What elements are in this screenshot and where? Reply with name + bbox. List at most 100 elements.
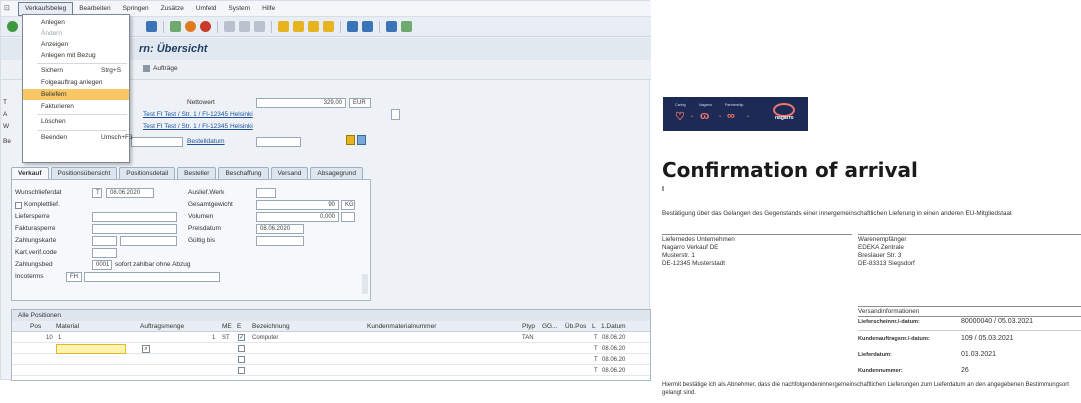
layout-menu-icon[interactable]	[401, 21, 412, 32]
shipping-heading: Versandinformationen	[858, 308, 920, 315]
zahlungsbed-code-field[interactable]: 0001	[92, 260, 112, 270]
enter-icon[interactable]	[7, 21, 18, 32]
system-menu-icon[interactable]: ⊡	[4, 4, 14, 14]
cell-l[interactable]: T	[594, 355, 598, 365]
new-session-icon[interactable]	[347, 21, 358, 32]
cell-datum[interactable]: 08.06.20	[602, 366, 625, 376]
menu-item-anzeigen[interactable]: Anzeigen	[23, 39, 129, 50]
preisdatum-field[interactable]: 08.06.2020	[256, 224, 304, 234]
zahlungskarte-type-field[interactable]	[92, 236, 117, 246]
col-l[interactable]: L	[592, 321, 596, 332]
cell-datum[interactable]: 08.06.20	[602, 344, 625, 354]
cell-l[interactable]: T	[594, 344, 598, 354]
row-checkbox[interactable]	[238, 345, 245, 352]
volumen-unit-field[interactable]	[341, 212, 355, 222]
liefersperre-select[interactable]	[92, 212, 177, 222]
back-icon[interactable]	[170, 21, 181, 32]
row-checkbox[interactable]	[238, 356, 245, 363]
menu-bearbeiten[interactable]: Bearbeiten	[73, 3, 116, 15]
table-row[interactable]: 10 1 1 ST ✓ Computer TAN T 08.06.20	[12, 333, 650, 343]
komplettlief-checkbox[interactable]	[15, 202, 22, 209]
wunschlieferdat-field[interactable]: 08.06.2020	[106, 188, 154, 198]
cell-me[interactable]: ST	[222, 333, 230, 343]
bestelldatum-field[interactable]	[256, 137, 301, 147]
shortcut-icon[interactable]	[362, 21, 373, 32]
cell-bezeichnung[interactable]: Computer	[252, 333, 278, 343]
col-1-datum[interactable]: 1.Datum	[601, 321, 626, 332]
auslieferwerk-field[interactable]	[256, 188, 276, 198]
menu-umfeld[interactable]: Umfeld	[190, 3, 223, 15]
col-me[interactable]: ME	[222, 321, 232, 332]
col-kundenmaterialnummer[interactable]: Kundenmaterialnummer	[367, 321, 436, 332]
table-row[interactable]: T 08.06.20	[12, 355, 650, 365]
save-icon[interactable]	[146, 21, 157, 32]
fakturasperre-select[interactable]	[92, 224, 177, 234]
gueltig-bis-field[interactable]	[256, 236, 304, 246]
menu-item-beenden[interactable]: Beenden Umsch+F3	[23, 132, 133, 143]
partner-icon[interactable]	[346, 135, 355, 145]
zahlungskarte-field[interactable]	[120, 236, 177, 246]
col-pos[interactable]: Pos	[30, 321, 41, 332]
menu-zusaetze[interactable]: Zusätze	[155, 3, 190, 15]
incoterms-code-field[interactable]: FH	[66, 272, 82, 282]
menu-item-anlegen-mit-bezug[interactable]: Anlegen mit Bezug	[23, 50, 129, 61]
col-ueb-pos[interactable]: Üb.Pos	[565, 321, 586, 332]
sold-to-party-link[interactable]: Test FI Test / Str. 1 / FI-12345 Helsink…	[143, 111, 253, 118]
first-page-icon[interactable]	[278, 21, 289, 32]
col-bezeichnung[interactable]: Bezeichnung	[252, 321, 290, 332]
menu-hilfe[interactable]: Hilfe	[256, 3, 281, 15]
exit-icon[interactable]	[185, 21, 196, 32]
previous-page-icon[interactable]	[293, 21, 304, 32]
divider	[858, 316, 1081, 317]
purchase-order-field[interactable]	[131, 137, 183, 147]
checkbox-checked-icon[interactable]: ✓	[238, 334, 245, 341]
vertical-scrollbar[interactable]	[362, 274, 368, 294]
cell-l[interactable]: T	[594, 333, 598, 343]
col-ptyp[interactable]: Ptyp	[522, 321, 535, 332]
menu-springen[interactable]: Springen	[117, 3, 155, 15]
material-input-cell[interactable]	[56, 344, 126, 354]
last-page-icon[interactable]	[323, 21, 334, 32]
find-next-icon[interactable]	[254, 21, 265, 32]
col-e[interactable]: E	[237, 321, 241, 332]
gewicht-unit-field[interactable]: KG	[341, 200, 355, 210]
document-icon[interactable]	[391, 109, 400, 120]
document-footer: Hiermit bestätige ich als Abnehmer, dass…	[662, 382, 1069, 396]
next-page-icon[interactable]	[308, 21, 319, 32]
find-icon[interactable]	[239, 21, 250, 32]
menu-item-folgeauftrag-anlegen[interactable]: Folgeauftrag anlegen	[23, 77, 129, 88]
cell-pos[interactable]: 10	[46, 333, 53, 343]
menu-system[interactable]: System	[222, 3, 256, 15]
menu-item-fakturieren[interactable]: Fakturieren	[23, 101, 129, 112]
nettowert-field[interactable]: 329,00	[256, 98, 346, 108]
menu-item-beliefern[interactable]: Beliefern	[23, 89, 129, 100]
address-icon[interactable]	[357, 135, 366, 145]
menu-item-loeschen[interactable]: Löschen	[23, 116, 129, 127]
ship-to-party-link[interactable]: Test FI Test / Str. 1 / FI-12345 Helsink…	[143, 123, 253, 130]
auftraege-button[interactable]: Aufträge	[143, 65, 178, 72]
currency-field[interactable]: EUR	[349, 98, 371, 108]
cell-material[interactable]: 1	[58, 333, 61, 343]
incoterms-text-field[interactable]	[84, 272, 220, 282]
cancel-icon[interactable]	[200, 21, 211, 32]
volumen-field[interactable]: 0,000	[256, 212, 339, 222]
table-row[interactable]: ⌕ T 08.06.20	[12, 344, 650, 354]
print-icon[interactable]	[224, 21, 235, 32]
cell-l[interactable]: T	[594, 366, 598, 376]
date-type-field[interactable]: T	[92, 188, 102, 198]
help-icon[interactable]	[386, 21, 397, 32]
cell-datum[interactable]: 08.06.20	[602, 355, 625, 365]
kartverif-field[interactable]	[92, 248, 117, 258]
cell-datum[interactable]: 08.06.20	[602, 333, 625, 343]
menu-item-anlegen[interactable]: Anlegen	[23, 17, 129, 28]
cell-menge[interactable]: 1	[212, 333, 215, 343]
row-checkbox[interactable]	[238, 367, 245, 374]
col-material[interactable]: Material	[56, 321, 79, 332]
gesamtgewicht-field[interactable]: 90	[256, 200, 339, 210]
search-help-icon[interactable]: ⌕	[142, 345, 150, 353]
cell-ptyp[interactable]: TAN	[522, 333, 534, 343]
col-auftragsmenge[interactable]: Auftragsmenge	[140, 321, 184, 332]
menu-item-sichern[interactable]: Sichern Strg+S	[23, 65, 129, 76]
col-gg[interactable]: GG...	[542, 321, 558, 332]
table-row[interactable]: T 08.06.20	[12, 366, 650, 376]
